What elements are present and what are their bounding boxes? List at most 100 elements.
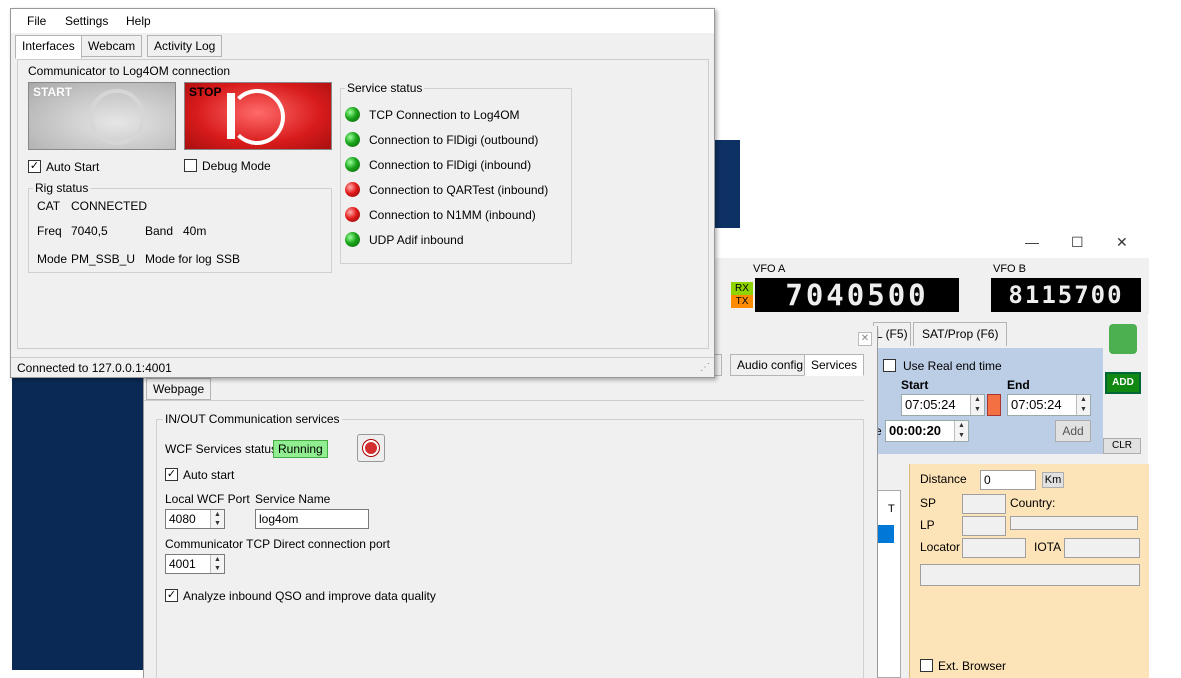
start-time-spinner[interactable]: ▲ ▼ (970, 395, 984, 415)
sp-label: SP (920, 496, 937, 510)
wcf-status-label: WCF Services status (165, 442, 278, 456)
ext-browser-label: Ext. Browser (938, 659, 1007, 673)
inout-services-title: IN/OUT Communication services (163, 412, 342, 426)
locator-label: Locator (920, 540, 961, 554)
qso-time-panel: Use Real end time Start End 07:05:24 ▲ ▼ … (873, 348, 1103, 454)
start-label: Start (901, 378, 929, 392)
km-button[interactable]: Km (1042, 472, 1064, 488)
tab-webcam[interactable]: Webcam (81, 35, 143, 57)
freq-label: Freq (37, 224, 62, 238)
qth-panel: Distance 0 Km SP Country: LP Locator IOT… (909, 464, 1149, 678)
communicator-window: File Settings Help Interfaces Webcam Act… (10, 8, 715, 378)
locator-field[interactable] (962, 538, 1026, 558)
vfo-b-display[interactable]: 8115700 (991, 278, 1141, 312)
tab-sat-prop[interactable]: SAT/Prop (F6) (913, 322, 1008, 346)
tx-indicator: TX (731, 295, 753, 308)
map-icon[interactable] (1109, 324, 1137, 354)
service-status-title: Service status (345, 81, 425, 95)
start-time-value: 07:05:24 (905, 397, 956, 412)
analyze-qso-label: Analyze inbound QSO and improve data qua… (183, 589, 436, 603)
ext-browser-checkbox[interactable] (920, 659, 933, 672)
tab-webpage[interactable]: Webpage (146, 378, 212, 400)
end-label: End (1007, 378, 1030, 392)
port-spinner[interactable]: ▲ ▼ (210, 510, 224, 528)
menu-settings[interactable]: Settings (65, 14, 108, 28)
start-button[interactable]: START (28, 82, 176, 150)
vfo-b-label: VFO B (993, 263, 1027, 275)
status-led-icon (345, 207, 360, 222)
end-time-value: 07:05:24 (1011, 397, 1062, 412)
time-color-indicator[interactable] (987, 394, 1001, 416)
duration-value: 00:00:20 (889, 423, 942, 438)
status-led-icon (345, 232, 360, 247)
distance-field[interactable]: 0 (980, 470, 1036, 490)
distance-label: Distance (920, 472, 967, 486)
band-label: Band (145, 224, 174, 238)
auto-start-checkbox[interactable]: ✓ (28, 160, 41, 173)
menu-bar: File Settings Help (11, 9, 714, 33)
tab-f5[interactable]: L (F5) (873, 322, 911, 346)
analyze-qso-checkbox[interactable]: ✓ (165, 589, 178, 602)
inout-services-group: IN/OUT Communication services WCF Servic… (156, 412, 864, 678)
menu-help[interactable]: Help (126, 14, 151, 28)
tab-services[interactable]: Services (804, 354, 865, 376)
country-field[interactable] (1010, 516, 1138, 530)
status-text: Connected to 127.0.0.1:4001 (17, 361, 172, 375)
start-icon (89, 89, 145, 145)
vfo-a-display[interactable]: 7040500 (755, 278, 959, 312)
vfo-a-label: VFO A (753, 263, 786, 275)
lp-field[interactable] (962, 516, 1006, 536)
power-icon (229, 89, 285, 145)
cat-label: CAT (37, 199, 61, 213)
restart-icon (363, 440, 379, 456)
iota-field[interactable] (1064, 538, 1140, 558)
service-name-field[interactable]: log4om (255, 509, 369, 529)
add-time-button[interactable]: Add (1055, 420, 1091, 442)
tcp-port-label: Communicator TCP Direct connection port (165, 537, 390, 551)
mode-label: Mode (37, 252, 68, 266)
auto-start-checkbox[interactable]: ✓ (165, 468, 178, 481)
mode-for-log-label: Mode for log (145, 252, 212, 266)
maximize-icon[interactable]: ☐ (1071, 234, 1084, 251)
local-wcf-port-label: Local WCF Port (165, 492, 250, 506)
status-led-icon (345, 132, 360, 147)
sp-field[interactable] (962, 494, 1006, 514)
close-icon[interactable]: ✕ (1116, 234, 1128, 251)
country-label: Country: (1010, 496, 1056, 510)
tab-interfaces[interactable]: Interfaces (15, 35, 82, 59)
end-time-spinner[interactable]: ▲ ▼ (1076, 395, 1090, 415)
duration-spinner[interactable]: ▲ ▼ (954, 421, 968, 441)
tcp-port-spinner[interactable]: ▲ ▼ (210, 555, 224, 573)
services-settings-window: e Audio config Services Webpage ✕ IN/OUT… (143, 326, 878, 678)
resize-grip-icon[interactable]: ⋰ (700, 358, 710, 378)
add-button[interactable]: ADD (1105, 372, 1141, 394)
stop-button[interactable]: STOP (184, 82, 332, 150)
local-wcf-port-field[interactable]: 4080 ▲ ▼ (165, 509, 225, 529)
start-time-field[interactable]: 07:05:24 ▲ ▼ (901, 394, 985, 416)
close-icon[interactable]: ✕ (858, 332, 872, 346)
wcf-restart-button[interactable] (357, 434, 385, 462)
duration-field[interactable]: 00:00:20 ▲ ▼ (885, 420, 969, 442)
service-status-label: Connection to N1MM (inbound) (369, 208, 536, 222)
status-led-icon (345, 107, 360, 122)
tab-activity-log[interactable]: Activity Log (147, 35, 223, 57)
tab-audio-config[interactable]: Audio config (730, 354, 811, 376)
list-selected-row[interactable] (876, 525, 894, 543)
debug-mode-label: Debug Mode (202, 159, 271, 173)
notes-field[interactable] (920, 564, 1140, 586)
vfo-panel: VFO A RX TX 7040500 VFO B 8115700 (713, 258, 1149, 314)
rig-status-group: Rig status CAT CONNECTED Freq 7040,5 Ban… (28, 181, 332, 273)
connection-group-title: Communicator to Log4OM connection (28, 64, 231, 78)
tcp-port-field[interactable]: 4001 ▲ ▼ (165, 554, 225, 574)
clr-button[interactable]: CLR (1103, 438, 1141, 454)
debug-mode-checkbox[interactable] (184, 159, 197, 172)
side-list[interactable]: T (875, 490, 901, 678)
interfaces-tabpanel: Communicator to Log4OM connection START … (17, 59, 709, 349)
use-real-end-time-checkbox[interactable] (883, 359, 896, 372)
wcf-status-badge: Running (273, 440, 328, 458)
service-status-label: Connection to FlDigi (outbound) (369, 133, 539, 147)
minimize-icon[interactable]: — (1025, 234, 1039, 250)
menu-file[interactable]: File (27, 14, 46, 28)
end-time-field[interactable]: 07:05:24 ▲ ▼ (1007, 394, 1091, 416)
start-label: START (33, 85, 73, 99)
